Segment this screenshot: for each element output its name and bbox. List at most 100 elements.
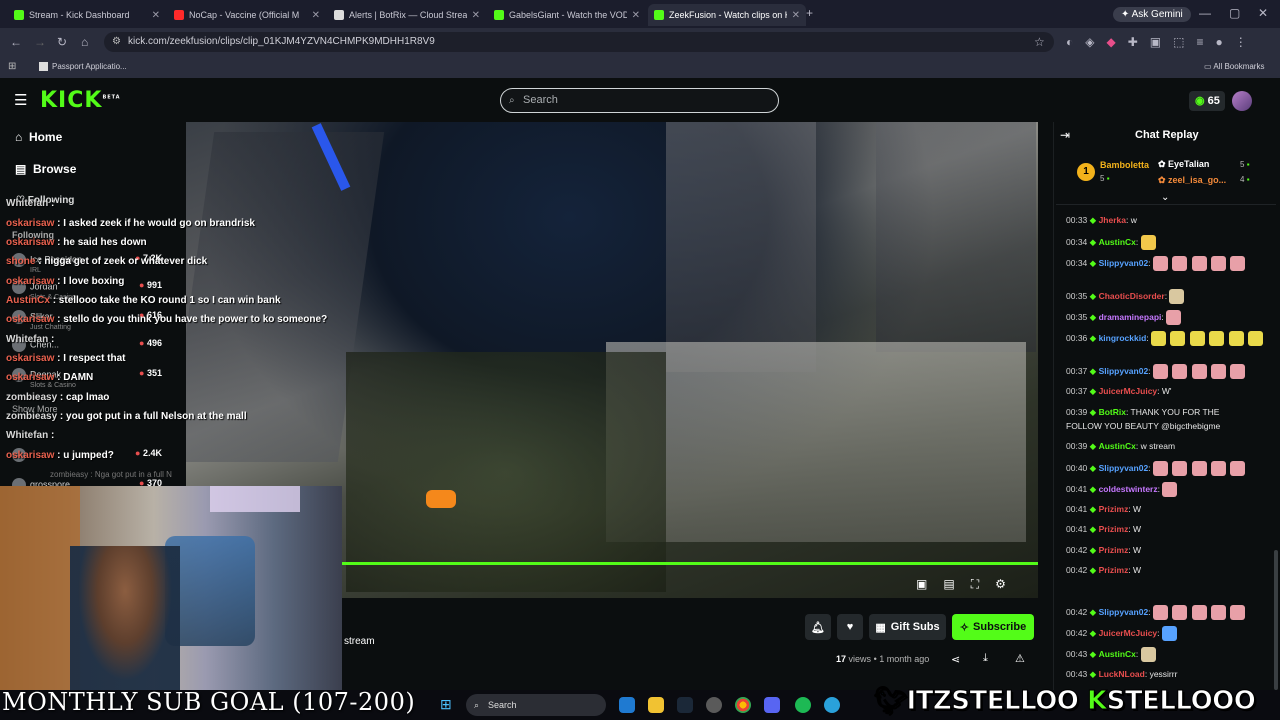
report-icon[interactable]: ⚠ (1015, 652, 1025, 665)
maximize-icon[interactable]: ▢ (1229, 6, 1240, 20)
steam-icon[interactable] (677, 697, 693, 713)
chat-username[interactable]: Slippyvan02 (1099, 607, 1149, 617)
sidebar-item-home[interactable]: ⌂ Home (15, 130, 62, 144)
chat-username[interactable]: dramaminepapi (1099, 312, 1162, 322)
extension-icon[interactable]: ⬚ (1173, 35, 1184, 49)
url-bar[interactable]: kick.com/zeekfusion/clips/clip_01KJM4YZV… (104, 32, 1054, 52)
browser-tab[interactable]: NoCap - Vaccine (Official M ✕ (168, 4, 326, 26)
bookmark-passport[interactable]: Passport Applicatio... (39, 62, 127, 72)
fullscreen-icon[interactable]: ⛶ (971, 577, 979, 592)
user-avatar[interactable] (1232, 91, 1252, 111)
viewer-badge: ● 351 (139, 368, 162, 378)
close-tab-icon[interactable]: ✕ (312, 10, 320, 21)
expand-gifters-icon[interactable]: ⌄ (1161, 192, 1169, 203)
chat-username[interactable]: Slippyvan02 (1099, 366, 1149, 376)
gifter-3[interactable]: ✿ zeel_isa_go... (1158, 175, 1226, 186)
discord-icon[interactable] (764, 697, 780, 713)
all-bookmarks[interactable]: ▭ All Bookmarks (1204, 62, 1264, 71)
taskbar-search[interactable]: ⌕ Search (466, 694, 606, 716)
download-icon[interactable]: ⤓ (983, 652, 988, 665)
search-input[interactable]: ⌕ Search (500, 88, 779, 113)
puzzle-icon[interactable]: ✚ (1128, 35, 1138, 49)
file-explorer-icon[interactable] (648, 697, 664, 713)
hamburger-menu-icon[interactable]: ☰ (14, 91, 27, 109)
telegram-icon[interactable] (824, 697, 840, 713)
obs-icon[interactable] (706, 697, 722, 713)
ask-gemini-button[interactable]: ✦ Ask Gemini (1113, 7, 1191, 22)
chat-timestamp: 00:37 (1066, 386, 1088, 396)
back-icon[interactable]: ← (10, 35, 22, 49)
minimize-icon[interactable]: — (1199, 6, 1211, 20)
chat-username[interactable]: kingrockkid (1099, 333, 1147, 343)
subscribe-button[interactable]: ✧ Subscribe (952, 614, 1034, 640)
settings-icon[interactable]: ⚙ (995, 577, 1006, 592)
video-progress-bar[interactable] (342, 562, 1038, 565)
theater-mode-icon[interactable]: ▤ (943, 577, 954, 592)
chat-username[interactable]: BotRix (1099, 407, 1126, 417)
chat-username[interactable]: Prizimz (1099, 504, 1129, 514)
chat-username[interactable]: Prizimz (1099, 524, 1129, 534)
chat-username[interactable]: LuckNLoad (1099, 669, 1145, 679)
apps-grid-icon[interactable]: ⊞ (8, 61, 16, 72)
collapse-chat-icon[interactable]: ⇥ (1060, 128, 1070, 142)
notify-bell-button[interactable]: 🔔︎ (805, 614, 831, 640)
extension-icon[interactable]: ≡ (1196, 35, 1203, 49)
chrome-icon[interactable] (735, 697, 751, 713)
close-tab-icon[interactable]: ✕ (632, 10, 640, 21)
kick-logo[interactable]: KICKBETA (40, 88, 121, 113)
browser-tab[interactable]: Alerts | BotRix — Cloud Stream ✕ (328, 4, 486, 26)
sidebar-item-browse[interactable]: ▤ Browse (15, 162, 76, 176)
chat-divider (1056, 204, 1276, 205)
edge-icon[interactable] (619, 697, 635, 713)
close-tab-icon[interactable]: ✕ (472, 10, 480, 21)
gift-subs-button[interactable]: ▦ Gift Subs (869, 614, 946, 640)
extension-icon[interactable]: ◆ (1106, 35, 1115, 49)
top-gifter-name[interactable]: Bamboletta (1100, 160, 1149, 170)
miniplayer-icon[interactable]: ▣ (916, 577, 927, 592)
site-info-icon[interactable]: ⚙ (112, 36, 121, 47)
extension-icon[interactable]: ◐ (1066, 35, 1073, 49)
browser-tab[interactable]: GabelsGiant - Watch the VOD ✕ (488, 4, 646, 26)
reload-icon[interactable]: ↻ (57, 35, 67, 49)
spotify-icon[interactable] (795, 697, 811, 713)
windows-start-icon[interactable]: ⊞ (440, 696, 452, 713)
browser-tab[interactable]: ZeekFusion - Watch clips on Ki ✕ (648, 4, 806, 26)
emote-icon (1228, 331, 1244, 346)
gifter-2[interactable]: ✿ EyeTalian (1158, 159, 1209, 170)
overlay-message-text: : you got put in a full Nelson at the ma… (59, 411, 247, 422)
close-tab-icon[interactable]: ✕ (792, 10, 800, 21)
chat-username[interactable]: Jherka (1099, 215, 1126, 225)
top-gifter-count-value: 5 (1100, 174, 1105, 183)
chat-username[interactable]: coldestwinterz (1099, 484, 1158, 494)
chat-username[interactable]: JuicerMcJuicy (1099, 386, 1158, 396)
close-window-icon[interactable]: ✕ (1258, 6, 1268, 20)
chat-username[interactable]: AustinCx (1099, 441, 1136, 451)
chat-message: 00:42 ◆ Prizimz: W (1066, 564, 1266, 577)
overlay-chat-line: Whitefan : (6, 430, 54, 441)
forward-icon[interactable]: → (34, 35, 46, 49)
bookmark-star-icon[interactable]: ☆ (1034, 35, 1045, 49)
chat-username[interactable]: Prizimz (1099, 545, 1129, 555)
chat-username[interactable]: AustinCx (1099, 649, 1136, 659)
chat-scrollbar[interactable] (1274, 550, 1278, 690)
chat-username[interactable]: Prizimz (1099, 565, 1129, 575)
overlay-message-text: : DAMN (57, 372, 94, 383)
chat-username[interactable]: JuicerMcJuicy (1099, 628, 1158, 638)
chat-username[interactable]: AustinCx (1099, 237, 1136, 247)
menu-dots-icon[interactable]: ⋮ (1235, 35, 1247, 49)
extension-icon[interactable]: ▣ (1150, 35, 1161, 49)
home-icon[interactable]: ⌂ (81, 35, 88, 49)
chat-username[interactable]: ChaoticDisorder (1099, 291, 1165, 301)
share-icon[interactable]: ⋖ (951, 653, 960, 666)
follow-heart-button[interactable]: ♥ (837, 614, 863, 640)
overlay-message-text: : he said hes down (57, 237, 147, 248)
chat-username[interactable]: Slippyvan02 (1099, 258, 1149, 268)
profile-icon[interactable]: ● (1215, 35, 1222, 49)
sub-badge-icon: ◆ (1089, 504, 1099, 514)
new-tab-icon[interactable]: + (806, 6, 813, 20)
close-tab-icon[interactable]: ✕ (152, 10, 160, 21)
extension-icon[interactable]: ◈ (1085, 35, 1094, 49)
channel-points-badge[interactable]: ◉ 65 (1189, 91, 1225, 111)
browser-tab[interactable]: Stream - Kick Dashboard ✕ (8, 4, 166, 26)
chat-username[interactable]: Slippyvan02 (1099, 463, 1149, 473)
